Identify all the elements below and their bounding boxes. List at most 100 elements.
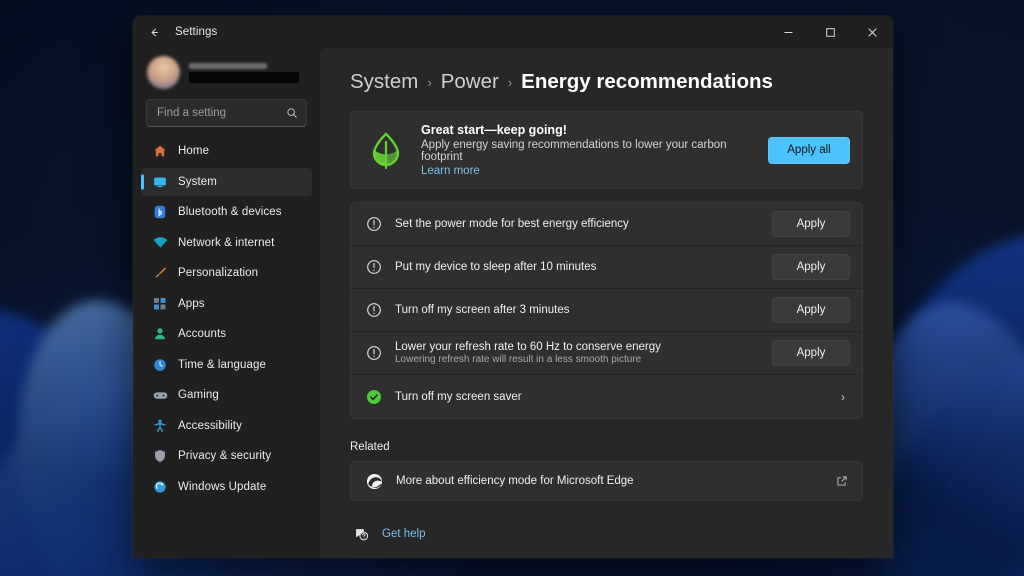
recommendation-text: Turn off my screen after 3 minutes bbox=[395, 297, 759, 323]
banner-subtitle: Apply energy saving recommendations to l… bbox=[421, 139, 727, 163]
back-arrow-icon[interactable] bbox=[137, 17, 171, 47]
recommendation-title: Turn off my screen after 3 minutes bbox=[395, 304, 570, 316]
gamepad-icon bbox=[152, 387, 168, 403]
close-button[interactable] bbox=[851, 16, 893, 48]
apply-all-button[interactable]: Apply all bbox=[768, 136, 850, 164]
minimize-button[interactable] bbox=[767, 16, 809, 48]
sidebar-item-label: Bluetooth & devices bbox=[178, 206, 282, 219]
sidebar-nav: Home System Bluetooth & devices Network … bbox=[141, 136, 312, 558]
profile-text bbox=[189, 62, 299, 83]
settings-window: Settings Find a setting Home System Blue… bbox=[133, 16, 893, 558]
energy-banner: Great start—keep going! Apply energy sav… bbox=[350, 111, 863, 189]
recommendation-subtitle: Lowering refresh rate will result in a l… bbox=[395, 354, 642, 365]
sidebar-item-personalization[interactable]: Personalization bbox=[141, 259, 312, 288]
breadcrumb: System › Power › Energy recommendations bbox=[350, 70, 863, 94]
recommendation-title: Turn off my screen saver bbox=[395, 390, 522, 403]
banner-title: Great start—keep going! bbox=[421, 123, 567, 137]
sidebar-item-label: Privacy & security bbox=[178, 450, 272, 463]
settings-content: System › Power › Energy recommendations bbox=[320, 48, 893, 558]
get-help-row[interactable]: Get help bbox=[350, 526, 863, 542]
user-avatar bbox=[147, 56, 180, 89]
search-input[interactable]: Find a setting bbox=[146, 99, 307, 127]
sidebar-item-label: Time & language bbox=[178, 358, 267, 371]
account-person-icon bbox=[152, 326, 168, 342]
sidebar-item-label: Personalization bbox=[178, 267, 259, 280]
recommendation-title: Put my device to sleep after 10 minutes bbox=[395, 261, 597, 273]
apply-button[interactable]: Apply bbox=[772, 211, 850, 237]
apply-button[interactable]: Apply bbox=[772, 254, 850, 280]
recommendation-text: Put my device to sleep after 10 minutes bbox=[395, 254, 759, 280]
settings-sidebar: Find a setting Home System Bluetooth & d… bbox=[133, 48, 320, 558]
recommendation-row[interactable]: Turn off my screen saver › bbox=[351, 375, 862, 418]
recommendation-text: Set the power mode for best energy effic… bbox=[395, 211, 759, 237]
recommendations-list: Set the power mode for best energy effic… bbox=[350, 202, 863, 419]
info-exclamation-icon bbox=[365, 216, 382, 233]
bluetooth-icon bbox=[152, 204, 168, 220]
wifi-icon bbox=[152, 235, 168, 251]
info-exclamation-icon bbox=[365, 259, 382, 276]
recommendation-row: Lower your refresh rate to 60 Hz to cons… bbox=[351, 332, 862, 375]
sidebar-item-label: Accessibility bbox=[178, 419, 242, 432]
paintbrush-icon bbox=[152, 265, 168, 281]
sidebar-item-label: Gaming bbox=[178, 389, 219, 402]
recommendation-row: Turn off my screen after 3 minutes Apply bbox=[351, 289, 862, 332]
sidebar-item-label: Accounts bbox=[178, 328, 227, 341]
sidebar-item-system[interactable]: System bbox=[141, 167, 312, 196]
breadcrumb-system[interactable]: System bbox=[350, 70, 418, 94]
sidebar-item-label: Network & internet bbox=[178, 236, 275, 249]
sidebar-item-home[interactable]: Home bbox=[141, 137, 312, 166]
profile-name-redacted bbox=[189, 62, 267, 69]
update-refresh-icon bbox=[152, 479, 168, 495]
window-titlebar: Settings bbox=[133, 16, 893, 48]
sidebar-item-label: Windows Update bbox=[178, 480, 267, 493]
sidebar-item-label: System bbox=[178, 175, 217, 188]
green-leaf-icon bbox=[365, 129, 407, 171]
related-link-row[interactable]: More about efficiency mode for Microsoft… bbox=[350, 461, 863, 501]
open-external-icon[interactable] bbox=[836, 475, 848, 487]
recommendation-text: Lower your refresh rate to 60 Hz to cons… bbox=[395, 334, 759, 372]
chevron-right-icon[interactable]: › bbox=[836, 390, 850, 404]
chevron-right-icon: › bbox=[507, 74, 513, 90]
green-check-icon bbox=[365, 388, 382, 405]
maximize-button[interactable] bbox=[809, 16, 851, 48]
apps-grid-icon bbox=[152, 296, 168, 312]
recommendation-row: Put my device to sleep after 10 minutes … bbox=[351, 246, 862, 289]
search-icon bbox=[286, 107, 298, 119]
help-question-icon bbox=[353, 526, 369, 542]
system-monitor-icon bbox=[152, 174, 168, 190]
apply-button[interactable]: Apply bbox=[772, 340, 850, 366]
sidebar-item-label: Home bbox=[178, 145, 210, 158]
sidebar-item-privacy-security[interactable]: Privacy & security bbox=[141, 442, 312, 471]
recommendation-text: Turn off my screen saver bbox=[395, 384, 823, 410]
breadcrumb-power[interactable]: Power bbox=[441, 70, 499, 94]
user-profile[interactable] bbox=[141, 48, 312, 99]
edge-browser-icon bbox=[365, 472, 383, 490]
sidebar-item-accounts[interactable]: Accounts bbox=[141, 320, 312, 349]
page-title: Energy recommendations bbox=[521, 70, 773, 93]
apply-button[interactable]: Apply bbox=[772, 297, 850, 323]
window-controls bbox=[767, 16, 893, 48]
learn-more-link[interactable]: Learn more bbox=[421, 165, 754, 177]
info-exclamation-icon bbox=[365, 345, 382, 362]
sidebar-item-time-language[interactable]: Time & language bbox=[141, 351, 312, 380]
sidebar-item-bluetooth-devices[interactable]: Bluetooth & devices bbox=[141, 198, 312, 227]
sidebar-item-network-internet[interactable]: Network & internet bbox=[141, 229, 312, 258]
recommendation-row: Set the power mode for best energy effic… bbox=[351, 203, 862, 246]
recommendation-title: Set the power mode for best energy effic… bbox=[395, 218, 629, 230]
info-exclamation-icon bbox=[365, 302, 382, 319]
recommendation-title: Lower your refresh rate to 60 Hz to cons… bbox=[395, 341, 661, 353]
search-wrapper: Find a setting bbox=[141, 99, 312, 136]
accessibility-person-icon bbox=[152, 418, 168, 434]
sidebar-item-label: Apps bbox=[178, 297, 205, 310]
sidebar-item-accessibility[interactable]: Accessibility bbox=[141, 412, 312, 441]
related-link-label: More about efficiency mode for Microsoft… bbox=[396, 475, 634, 487]
chevron-right-icon: › bbox=[427, 74, 432, 90]
window-title: Settings bbox=[175, 26, 218, 38]
shield-icon bbox=[152, 448, 168, 464]
profile-email-redacted bbox=[189, 71, 299, 83]
sidebar-item-apps[interactable]: Apps bbox=[141, 290, 312, 319]
home-icon bbox=[152, 143, 168, 159]
sidebar-item-gaming[interactable]: Gaming bbox=[141, 381, 312, 410]
window-body: Find a setting Home System Bluetooth & d… bbox=[133, 48, 893, 558]
sidebar-item-windows-update[interactable]: Windows Update bbox=[141, 473, 312, 502]
